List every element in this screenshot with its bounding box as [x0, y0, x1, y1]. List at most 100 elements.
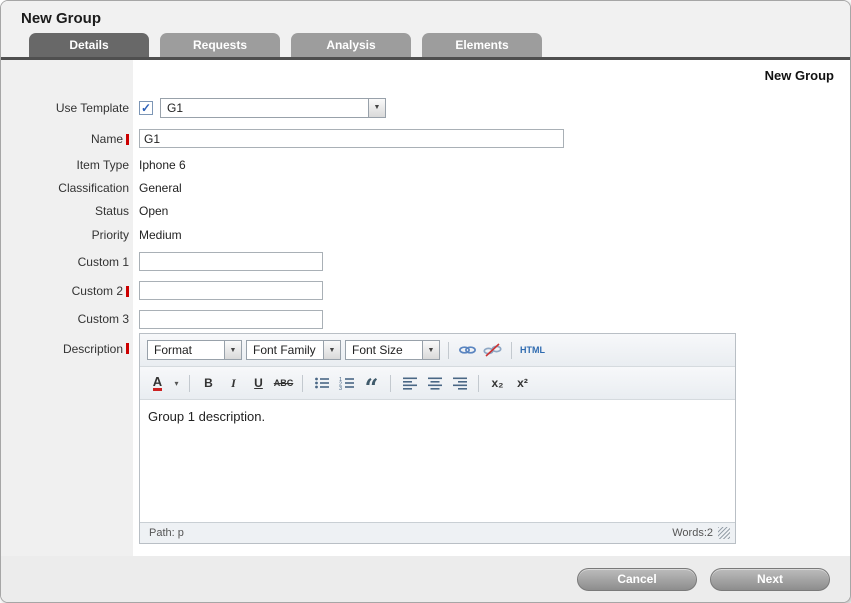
use-template-label: Use Template	[56, 101, 129, 115]
custom3-label: Custom 3	[78, 312, 129, 326]
unlink-button[interactable]	[482, 340, 503, 361]
group-form: Use Template ✓ G1 ▼ Name	[1, 91, 850, 544]
form-row-custom1: Custom 1	[1, 247, 850, 276]
toolbar-separator	[189, 375, 190, 392]
toolbar-separator	[478, 375, 479, 392]
name-label: Name	[91, 132, 123, 146]
description-editor: Format ▼ Font Family ▼ Font Size ▼	[139, 333, 736, 544]
custom2-input[interactable]	[139, 281, 323, 300]
format-select[interactable]: Format ▼	[147, 340, 242, 360]
toolbar-separator	[448, 342, 449, 359]
template-select[interactable]: G1 ▼	[160, 98, 386, 118]
font-color-dropdown-arrow-icon[interactable]: ▾	[172, 373, 181, 394]
classification-label: Classification	[58, 181, 129, 195]
superscript-button[interactable]: x²	[512, 373, 533, 394]
dropdown-arrow-icon: ▼	[323, 341, 340, 359]
dropdown-arrow-icon: ▼	[368, 99, 385, 117]
font-family-select[interactable]: Font Family ▼	[246, 340, 341, 360]
align-left-icon	[402, 376, 418, 390]
editor-toolbar-row1: Format ▼ Font Family ▼ Font Size ▼	[140, 334, 735, 367]
toolbar-separator	[390, 375, 391, 392]
unordered-list-icon	[314, 376, 330, 390]
form-row-priority: Priority Medium	[1, 222, 850, 247]
align-center-icon	[427, 376, 443, 390]
classification-value: General	[139, 181, 182, 195]
font-size-select[interactable]: Font Size ▼	[345, 340, 440, 360]
use-template-checkbox[interactable]: ✓	[139, 101, 153, 115]
link-icon	[458, 343, 477, 357]
tab-bar: Details Requests Analysis Elements	[1, 33, 850, 60]
description-label: Description	[63, 342, 123, 356]
template-select-value: G1	[161, 99, 368, 117]
custom1-input[interactable]	[139, 252, 323, 271]
required-marker	[126, 343, 129, 354]
item-type-label: Item Type	[77, 158, 129, 172]
blockquote-button[interactable]: “	[361, 373, 382, 394]
subscript-button[interactable]: x₂	[487, 373, 508, 394]
ordered-list-button[interactable]: 1 2 3	[336, 373, 357, 394]
insert-link-button[interactable]	[457, 340, 478, 361]
form-row-description: Description Format ▼ Font Family ▼	[1, 333, 850, 544]
custom3-input[interactable]	[139, 310, 323, 329]
align-center-button[interactable]	[424, 373, 445, 394]
font-color-icon: A	[153, 375, 162, 391]
form-row-name: Name	[1, 124, 850, 153]
section-title: New Group	[1, 68, 850, 83]
strikethrough-button[interactable]: ABC	[273, 373, 294, 394]
status-value: Open	[139, 204, 168, 218]
ordered-list-icon: 1 2 3	[339, 376, 355, 390]
title-bar: New Group	[1, 1, 850, 33]
form-panel: New Group Use Template ✓ G1 ▼ Name	[1, 60, 850, 556]
editor-status-bar: Path: p Words:2	[140, 522, 735, 543]
editor-paragraph: Group 1 description.	[148, 409, 727, 424]
custom2-label: Custom 2	[72, 284, 123, 298]
align-left-button[interactable]	[399, 373, 420, 394]
tab-elements[interactable]: Elements	[422, 33, 542, 57]
form-row-custom3: Custom 3	[1, 305, 850, 333]
next-button[interactable]: Next	[710, 568, 830, 591]
editor-word-count: Words:2	[672, 527, 713, 539]
page-title: New Group	[21, 10, 850, 27]
form-row-item-type: Item Type Iphone 6	[1, 153, 850, 176]
font-color-button[interactable]: A	[147, 373, 168, 394]
required-marker	[126, 286, 129, 297]
footer-bar: Cancel Next	[1, 556, 850, 602]
form-row-use-template: Use Template ✓ G1 ▼	[1, 91, 850, 124]
unlink-icon	[483, 343, 502, 357]
tab-details[interactable]: Details	[29, 33, 149, 57]
dropdown-arrow-icon: ▼	[422, 341, 439, 359]
bold-button[interactable]: B	[198, 373, 219, 394]
unordered-list-button[interactable]	[311, 373, 332, 394]
svg-text:3: 3	[339, 386, 342, 390]
priority-label: Priority	[92, 228, 129, 242]
underline-button[interactable]: U	[248, 373, 269, 394]
format-select-value: Format	[148, 341, 224, 359]
align-right-icon	[452, 376, 468, 390]
new-group-window: New Group Details Requests Analysis Elem…	[0, 0, 851, 603]
form-row-custom2: Custom 2	[1, 276, 850, 305]
checkbox-check-icon: ✓	[141, 101, 151, 115]
editor-path: Path: p	[149, 527, 184, 539]
tab-analysis[interactable]: Analysis	[291, 33, 411, 57]
toolbar-separator	[302, 375, 303, 392]
editor-content-area[interactable]: Group 1 description.	[140, 400, 735, 522]
toolbar-separator	[511, 342, 512, 359]
form-row-classification: Classification General	[1, 176, 850, 199]
custom1-label: Custom 1	[78, 255, 129, 269]
editor-toolbar-row2: A ▾ B I U ABC	[140, 367, 735, 400]
item-type-value: Iphone 6	[139, 158, 186, 172]
align-right-button[interactable]	[449, 373, 470, 394]
name-input[interactable]	[139, 129, 564, 148]
status-label: Status	[95, 204, 129, 218]
font-size-select-value: Font Size	[346, 341, 422, 359]
html-source-button[interactable]: HTML	[520, 340, 545, 361]
cancel-button[interactable]: Cancel	[577, 568, 697, 591]
dropdown-arrow-icon: ▼	[224, 341, 241, 359]
font-family-select-value: Font Family	[247, 341, 323, 359]
priority-value: Medium	[139, 228, 182, 242]
resize-grip-icon[interactable]	[718, 527, 730, 539]
form-row-status: Status Open	[1, 199, 850, 222]
required-marker	[126, 134, 129, 145]
tab-requests[interactable]: Requests	[160, 33, 280, 57]
italic-button[interactable]: I	[223, 373, 244, 394]
